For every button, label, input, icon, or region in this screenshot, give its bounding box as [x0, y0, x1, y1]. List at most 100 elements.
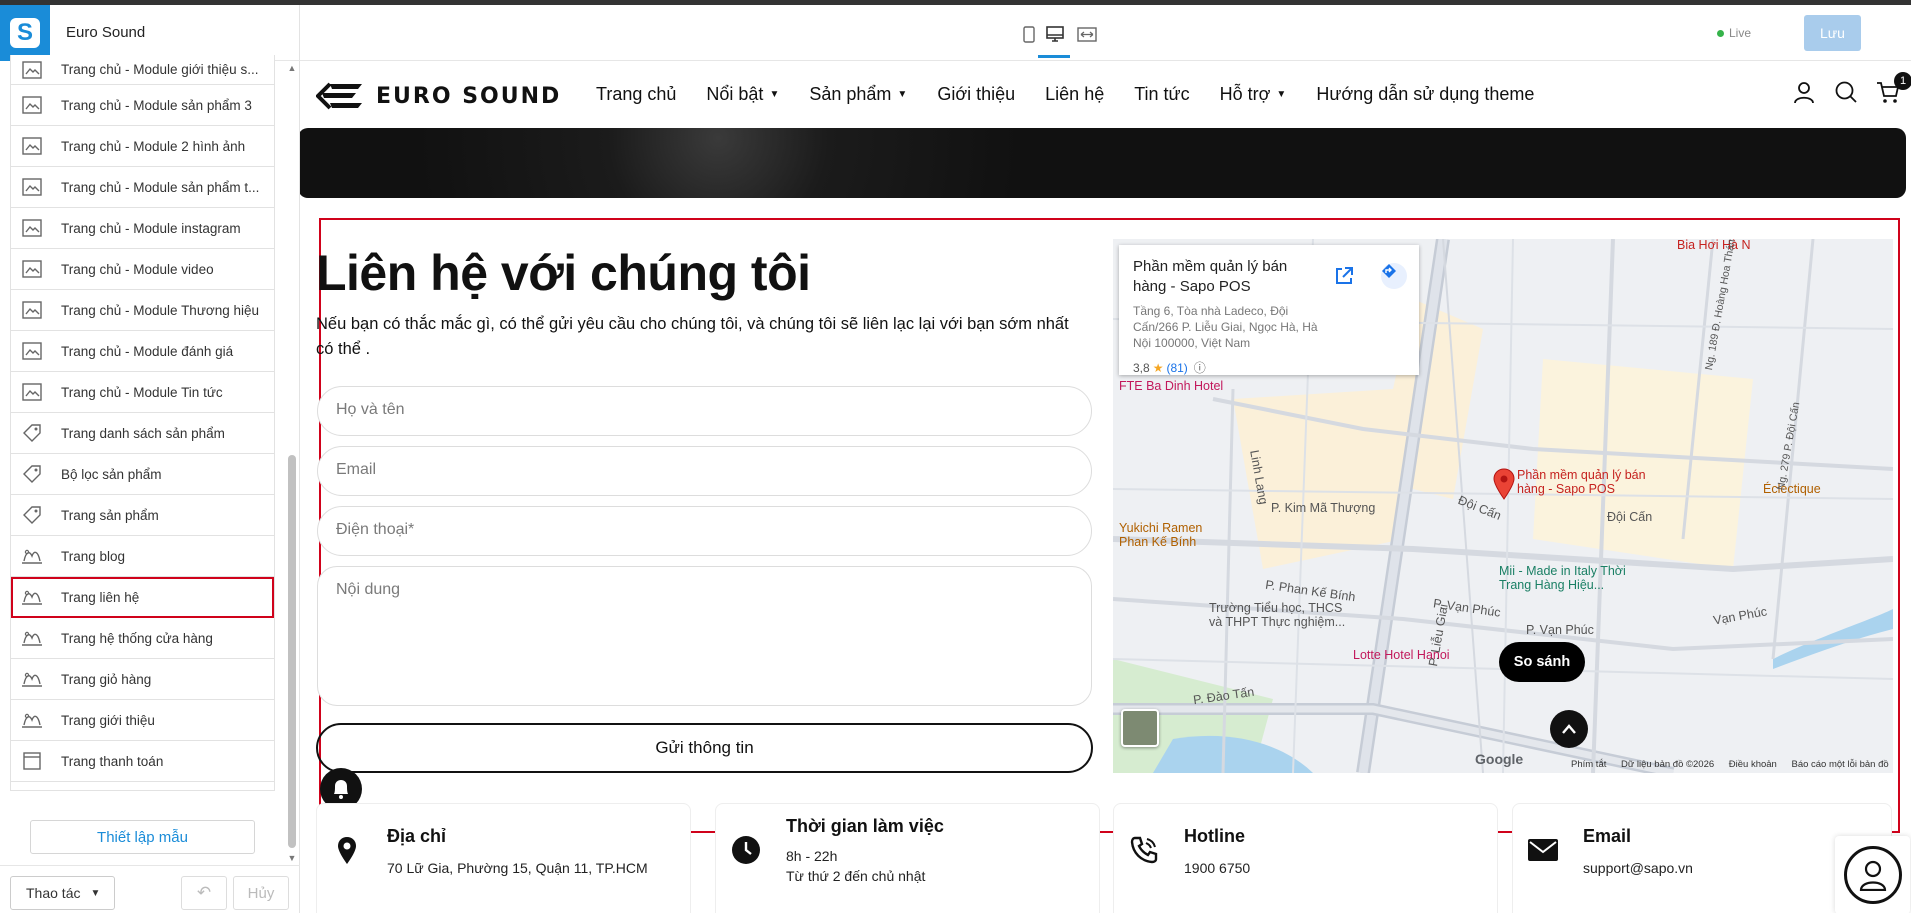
- place-title: Phần mềm quản lý bán hàng - Sapo POS: [1133, 258, 1288, 295]
- card-value-line: Từ thứ 2 đến chủ nhật: [786, 868, 926, 884]
- sidebar-item-label: Trang chủ - Module đánh giá: [61, 343, 234, 359]
- chat-widget[interactable]: [1835, 836, 1910, 913]
- sidebar-item[interactable]: Trang chủ - Module instagram: [11, 208, 274, 249]
- live-status: Live: [1717, 26, 1751, 40]
- hero-banner-image: [300, 128, 1906, 198]
- sidebar-item-label: Trang chủ - Module giới thiệu s...: [61, 62, 259, 77]
- sidebar-item[interactable]: Trang thanh toán: [11, 741, 274, 782]
- fullwidth-icon[interactable]: [1076, 23, 1098, 45]
- satellite-layer-toggle[interactable]: [1121, 709, 1159, 747]
- layout-icon: [21, 300, 43, 320]
- sidebar-item-label: Trang danh sách sản phẩm: [61, 425, 225, 441]
- sidebar-scrollbar[interactable]: ▲ ▼: [287, 63, 297, 863]
- sidebar-item[interactable]: Trang chủ - Module Thương hiệu: [11, 290, 274, 331]
- name-field[interactable]: Họ và tên: [317, 386, 1092, 436]
- phone-field[interactable]: Điện thoại*: [317, 506, 1092, 556]
- submit-button[interactable]: Gửi thông tin: [316, 723, 1093, 773]
- back-to-top-icon[interactable]: [1550, 710, 1588, 748]
- menu-item-featured[interactable]: Nổi bật ▼: [706, 84, 779, 105]
- sidebar-item[interactable]: Trang chủ - Module Tin tức: [11, 372, 274, 413]
- menu-item-theme-guide[interactable]: Hướng dẫn sử dụng theme: [1316, 84, 1534, 105]
- sidebar-item[interactable]: Trang chủ - Module 2 hình ảnh: [11, 126, 274, 167]
- cart-icon[interactable]: 1: [1876, 72, 1911, 104]
- undo-button[interactable]: ↶: [181, 876, 227, 910]
- sidebar-item-label: Trang hệ thống cửa hàng: [61, 630, 213, 646]
- save-button[interactable]: Lưu: [1804, 15, 1861, 51]
- sidebar-item[interactable]: Trang giới thiệu: [11, 700, 274, 741]
- menu-item-contact[interactable]: Liên hệ: [1045, 84, 1104, 105]
- layout-icon: [21, 218, 43, 238]
- site-header: EURO SOUND Trang chủ Nổi bật ▼ Sản phẩm ▼ …: [300, 62, 1911, 128]
- sidebar-item-label: Trang sản phẩm: [61, 507, 159, 523]
- search-icon[interactable]: [1834, 80, 1858, 104]
- scroll-thumb[interactable]: [288, 455, 296, 848]
- euro-sound-logo-mark: [316, 82, 362, 110]
- sidebar-item[interactable]: Trang blog: [11, 536, 274, 577]
- site-logo[interactable]: EURO SOUND: [316, 82, 561, 110]
- live-dot: [1717, 29, 1724, 37]
- marker-label: Phần mềm quản lý bán hàng - Sapo POS: [1517, 468, 1646, 496]
- clock-icon: [730, 834, 762, 866]
- sidebar-item[interactable]: Bộ lọc sản phẩm: [11, 454, 274, 495]
- menu-item-label: Sản phẩm: [809, 84, 892, 104]
- sidebar-item[interactable]: Trang hệ thống cửa hàng: [11, 618, 274, 659]
- sidebar-item-label: Trang thanh toán: [61, 753, 164, 769]
- menu-item-label: Hỗ trợ: [1219, 84, 1271, 104]
- template-setup-button[interactable]: Thiết lập mẫu: [30, 820, 255, 854]
- store-name: Euro Sound: [66, 24, 146, 41]
- directions-icon[interactable]: [1381, 263, 1407, 289]
- card-value: support@sapo.vn: [1583, 860, 1693, 876]
- menu-item-label: Hướng dẫn sử dụng theme: [1316, 84, 1535, 104]
- desktop-icon[interactable]: [1038, 23, 1070, 58]
- sidebar-item[interactable]: Trang chủ - Module sản phẩm t...: [11, 167, 274, 208]
- sidebar-item[interactable]: Trang chủ - Module đánh giá: [11, 331, 274, 372]
- menu-item-about[interactable]: Giới thiệu: [937, 84, 1015, 105]
- menu-item-support[interactable]: Hỗ trợ ▼: [1220, 84, 1287, 105]
- message-field[interactable]: Nội dung: [317, 566, 1092, 706]
- theme-editor-sidebar: S Euro Sound Trang chủ - Module giới thi…: [0, 4, 300, 913]
- template-list: Trang chủ - Module giới thiệu s... Trang…: [10, 55, 275, 791]
- card-value: 70 Lữ Gia, Phường 15, Quận 11, TP.HCM: [387, 860, 648, 876]
- actions-dropdown-label: Thao tác: [26, 885, 81, 901]
- cancel-button[interactable]: Hủy: [233, 876, 289, 910]
- sidebar-item-label: Trang chủ - Module sản phẩm 3: [61, 97, 252, 113]
- menu-item-news[interactable]: Tin tức: [1134, 84, 1189, 105]
- sidebar-item[interactable]: Trang giỏ hàng: [11, 659, 274, 700]
- menu-item-home[interactable]: Trang chủ: [596, 84, 676, 105]
- editor-toolbar: Live Lưu: [300, 5, 1911, 61]
- mobile-icon[interactable]: [1018, 23, 1040, 45]
- map-shortcuts-link[interactable]: Phím tắt: [1571, 759, 1606, 770]
- account-icon[interactable]: [1792, 80, 1816, 104]
- preview-scrollbar[interactable]: [1902, 62, 1911, 913]
- sidebar-item[interactable]: Trang danh sách sản phẩm: [11, 413, 274, 454]
- map-terms-link[interactable]: Điều khoản: [1729, 759, 1777, 770]
- google-map[interactable]: Phần mềm quản lý bán hàng - Sapo POS Tần…: [1113, 239, 1893, 773]
- actions-dropdown[interactable]: Thao tác ▼: [10, 876, 115, 910]
- sapo-logo-letter: S: [10, 17, 40, 48]
- sidebar-item-label: Trang blog: [61, 548, 126, 564]
- main-menu: Trang chủ Nổi bật ▼ Sản phẩm ▼ Giới thiệu …: [596, 84, 1564, 105]
- email-field[interactable]: Email: [317, 446, 1092, 496]
- site-preview: EURO SOUND Trang chủ Nổi bật ▼ Sản phẩm ▼ …: [300, 62, 1911, 913]
- map-label: Yukichi Ramen Phan Kế Bính: [1119, 521, 1203, 549]
- menu-item-products[interactable]: Sản phẩm ▼: [809, 84, 907, 105]
- sidebar-item-label: Trang chủ - Module instagram: [61, 220, 241, 236]
- sapo-logo[interactable]: S: [0, 4, 50, 61]
- open-in-maps-icon[interactable]: [1333, 265, 1355, 287]
- sidebar-item[interactable]: Trang chủ - Module video: [11, 249, 274, 290]
- layout-icon: [21, 341, 43, 361]
- review-count-link[interactable]: (81): [1166, 361, 1187, 375]
- sidebar-item[interactable]: Trang chủ - Module sản phẩm 3: [11, 85, 274, 126]
- layout-icon: [21, 259, 43, 279]
- sidebar-item[interactable]: Trang sản phẩm: [11, 495, 274, 536]
- info-icon[interactable]: ⓘ: [1194, 359, 1206, 376]
- map-report-link[interactable]: Báo cáo một lỗi bản đồ: [1791, 759, 1888, 770]
- scroll-up-arrow-icon[interactable]: ▲: [287, 63, 297, 73]
- caret-down-icon: ▼: [90, 887, 101, 899]
- scroll-down-arrow-icon[interactable]: ▼: [287, 853, 297, 863]
- compare-button[interactable]: So sánh: [1499, 642, 1585, 682]
- sidebar-item-contact[interactable]: Trang liên hệ: [11, 577, 274, 618]
- sidebar-item[interactable]: Trang chủ - Module giới thiệu s...: [11, 55, 274, 85]
- live-label: Live: [1729, 26, 1752, 40]
- hotline-card: Hotline 1900 6750: [1113, 803, 1498, 913]
